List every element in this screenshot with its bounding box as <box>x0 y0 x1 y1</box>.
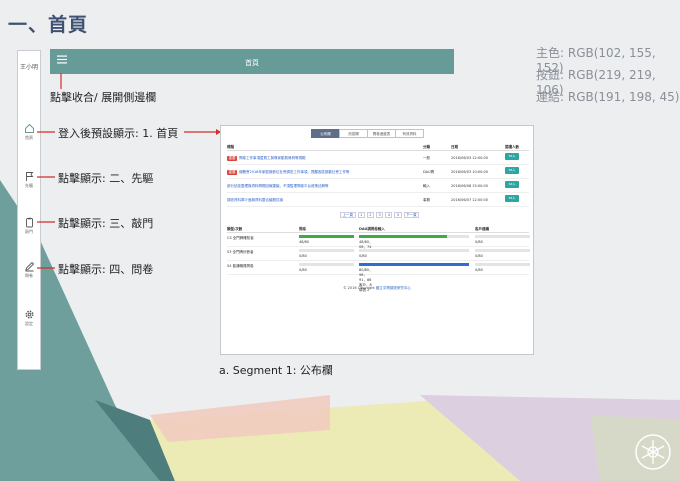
important-badge: 重要 <box>227 170 237 175</box>
announcement-link[interactable]: 重要 總體會2018年家庭與數位社會調查工作事項，提醒各區推動社會工作等 <box>227 170 349 175</box>
progress-fill <box>299 235 354 238</box>
callout-survey: 點擊顯示: 四、問卷 <box>58 263 154 276</box>
page-next[interactable]: 下一頁 <box>403 212 420 218</box>
announcement-link[interactable]: 部分訪談整理與資料問題回報建議，不須監理問卷平台政策註解等 <box>227 184 329 189</box>
readers-button[interactable]: 64人 <box>505 181 519 188</box>
header-type: 類型/次數 <box>227 227 243 231</box>
page-link[interactable]: 4 <box>385 212 393 218</box>
row-date: 2016/06/07 12:00:00 <box>451 198 489 202</box>
progress-fill <box>359 235 447 238</box>
pagination: 上一頁 1 2 3 4 5 下一頁 <box>340 212 420 218</box>
page-prev[interactable]: 上一頁 <box>340 212 356 218</box>
progress-value: 0/80 <box>475 254 483 258</box>
row-date: 2016/06/03 10:00:00 <box>451 170 489 174</box>
announcement-link[interactable]: 重要 問卷工作事項暨員工與專家動員條例等規範 <box>227 156 306 161</box>
table-row: 重要 問卷工作事項暨員工與專家動員條例等規範 一般 2016/06/03 12:0… <box>227 152 529 165</box>
footer-link[interactable]: 國立中興調查研究中心 <box>376 286 411 290</box>
progress-value: 48/60 <box>299 240 310 244</box>
header-survey: 問卷 <box>299 227 306 231</box>
page-link[interactable]: 2 <box>366 212 374 218</box>
header-date: 日期 <box>451 145 458 149</box>
progress-track <box>299 249 354 252</box>
table-row: 重要 總體會2018年家庭與數位社會調查工作事項，提醒各區推動社會工作等 DAU問… <box>227 166 529 179</box>
header-client-advice: 客戶建議 <box>475 227 489 231</box>
readers-button[interactable]: 65人 <box>505 195 519 202</box>
progress-row: S3 全門牌計數者 0/80 0/80 0/80 <box>227 248 530 261</box>
row-category: 輸入 <box>423 184 430 188</box>
progress-value: 0/80 <box>299 268 307 272</box>
segment-tabs: 公布欄 訊息欄 問卷進度表 有效資料 <box>311 129 424 138</box>
row-date: 2016/06/03 12:00:00 <box>451 156 489 160</box>
readers-button[interactable]: 65人 <box>505 167 519 174</box>
tab-valid-data[interactable]: 有效資料 <box>395 129 424 138</box>
header-category: 分類 <box>423 145 430 149</box>
progress-value: 0/80 <box>475 268 483 272</box>
row-date: 2016/06/08 15:00:00 <box>451 184 489 188</box>
progress-table-header: 類型/次數 問卷 DAU調問卷輸入 客戶建議 <box>227 226 529 233</box>
progress-track <box>475 263 530 266</box>
progress-value: 0/80 <box>359 254 367 258</box>
table-row: 調查資料庫介面與資料整合議題討論 事務 2016/06/07 12:00:00 … <box>227 194 529 207</box>
header-readers: 閱讀人數 <box>505 145 519 149</box>
progress-value: 0/80 <box>299 254 307 258</box>
header-dau-input: DAU調問卷輸入 <box>359 227 385 231</box>
row-category: 事務 <box>423 198 430 202</box>
progress-track <box>359 235 469 238</box>
callout-toggle: 點擊收合/ 展開側邊欄 <box>50 91 157 104</box>
footer-copyright: © 2016 Copyright <box>343 286 375 290</box>
page-link[interactable]: 1 <box>357 212 365 218</box>
progress-row-name: S4 普通職員問卷 <box>227 264 254 268</box>
callout-door: 點擊顯示: 三、敲門 <box>58 217 154 230</box>
progress-value: 0/80 <box>475 240 483 244</box>
home-screenshot: 公布欄 訊息欄 問卷進度表 有效資料 標題 分類 日期 閱讀人數 重要 問卷工作事… <box>220 125 534 355</box>
tab-progress[interactable]: 問卷進度表 <box>367 129 396 138</box>
tab-bulletin[interactable]: 公布欄 <box>311 129 340 138</box>
progress-track <box>475 249 530 252</box>
progress-row-name: CS 全門牌確知者 <box>227 236 254 240</box>
callout-home: 登入後預設顯示: 1. 首頁 <box>58 127 179 140</box>
progress-row: CS 全門牌確知者 48/60 48/60，06，74 0/80 <box>227 234 530 249</box>
table-row: 部分訪談整理與資料問題回報建議，不須監理問卷平台政策註解等 輸入 2016/06… <box>227 180 529 193</box>
announcement-link[interactable]: 調查資料庫介面與資料整合議題討論 <box>227 198 283 203</box>
announcement-table-header: 標題 分類 日期 閱讀人數 <box>227 144 529 151</box>
progress-fill <box>359 263 469 266</box>
page-link[interactable]: 3 <box>375 212 384 218</box>
progress-track <box>359 249 469 252</box>
readers-button[interactable]: 65人 <box>505 153 519 160</box>
row-category: DAU問 <box>423 170 435 174</box>
header-title: 標題 <box>227 145 234 149</box>
progress-row-name: S3 全門牌計數者 <box>227 250 254 254</box>
row-category: 一般 <box>423 156 430 160</box>
page-link[interactable]: 5 <box>394 212 402 218</box>
progress-track <box>299 235 354 238</box>
page-footer: © 2016 Copyright 國立中興調查研究中心 <box>221 286 533 291</box>
tab-messages[interactable]: 訊息欄 <box>339 129 368 138</box>
progress-track <box>359 263 469 266</box>
progress-row: S4 普通職員問卷 0/80 80/80，98，91，86客戶，8填表 2 0/80 <box>227 262 530 292</box>
progress-track <box>299 263 354 266</box>
slide-caption: a. Segment 1: 公布欄 <box>219 364 333 377</box>
important-badge: 重要 <box>227 156 237 161</box>
callout-pioneer: 點擊顯示: 二、先驅 <box>58 172 154 185</box>
brand-logo <box>635 434 671 470</box>
progress-track <box>475 235 530 238</box>
